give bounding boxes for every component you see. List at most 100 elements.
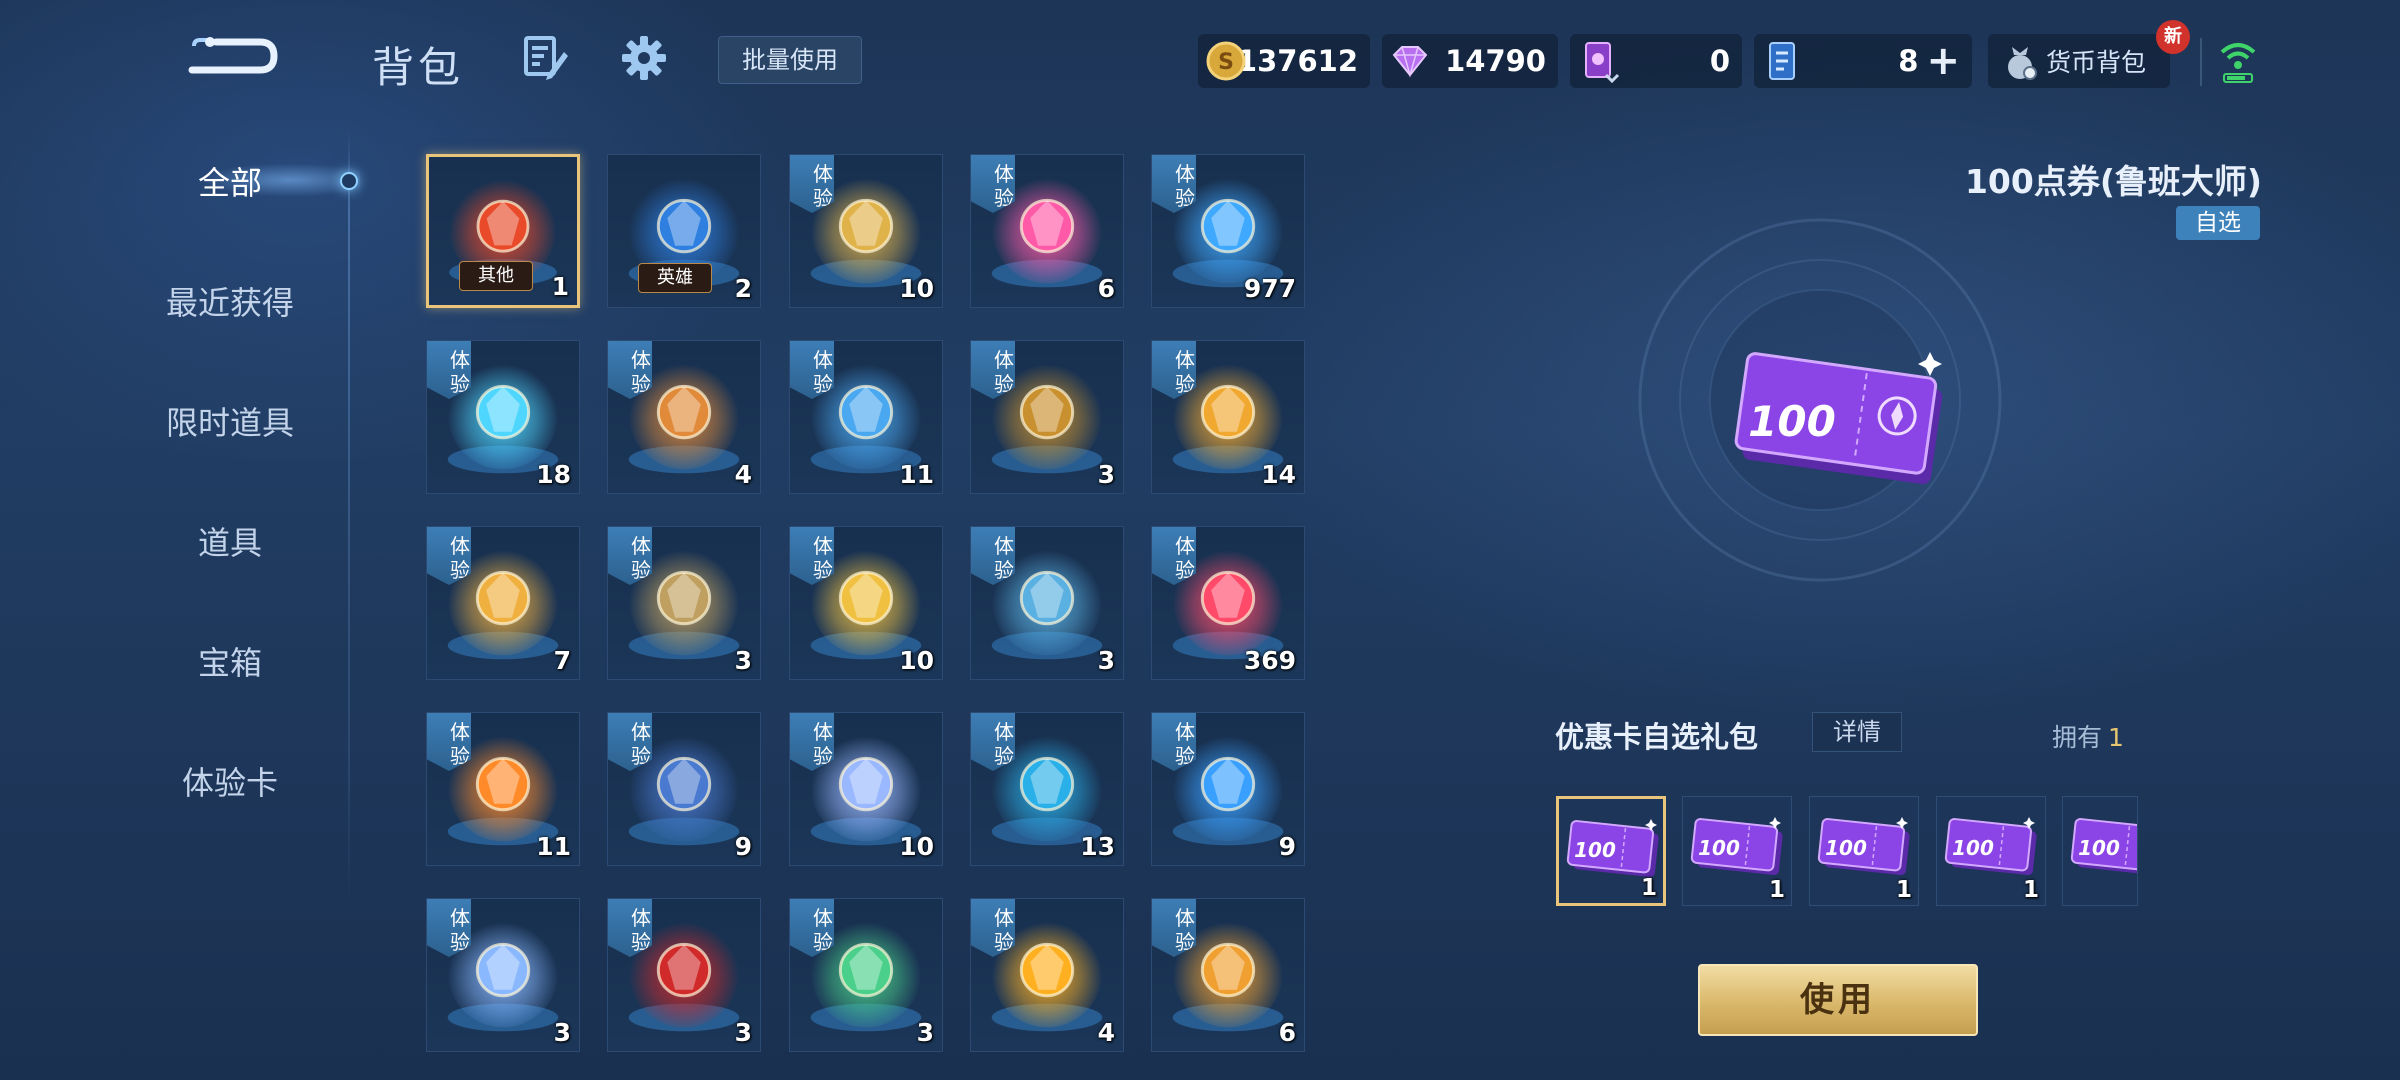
trial-tag: 体验 [971,899,1015,957]
trial-tag-label: 体验 [1175,906,1195,954]
inventory-item[interactable]: 体验 10 [789,526,943,680]
money-bag-icon [2008,47,2037,80]
coupon-currency[interactable]: 8 + [1754,34,1972,88]
trial-tag: 体验 [971,341,1015,399]
pack-option[interactable]: 100 [2062,796,2138,906]
pack-title: 优惠卡自选礼包 [1555,720,1759,754]
inventory-item[interactable]: 其他 1 [426,154,580,308]
sidebar-item-trial-card[interactable]: 体验卡 [140,758,320,804]
item-count: 3 [553,1018,571,1047]
trial-tag-label: 体验 [450,720,470,768]
trial-tag-label: 体验 [994,162,1014,210]
mini-ticket-icon: 100 [1690,817,1783,875]
new-badge: 新 [2156,20,2190,54]
inventory-item[interactable]: 体验 13 [970,712,1124,866]
use-button[interactable]: 使用 [1698,964,1978,1036]
page-title: 背包 [372,43,465,92]
blue-coupon-icon [1769,42,1795,80]
coupon-ticket-icon: 100 [1734,352,1943,485]
edit-list-icon[interactable] [522,34,570,82]
inventory-item[interactable]: 体验 18 [426,340,580,494]
sidebar-item-props[interactable]: 道具 [140,518,320,564]
card-amount: 0 [1709,44,1730,78]
card-currency[interactable]: 0 [1570,34,1742,88]
batch-use-button[interactable]: 批量使用 [718,36,862,84]
inventory-item[interactable]: 体验 3 [607,898,761,1052]
inventory-item[interactable]: 体验 3 [426,898,580,1052]
active-indicator-dot [340,172,358,190]
inventory-item[interactable]: 体验 10 [789,154,943,308]
own-count: 拥有 1 [2052,718,2124,754]
inventory-item[interactable]: 体验 11 [789,340,943,494]
sidebar-divider [348,130,350,910]
trial-tag-label: 体验 [631,906,651,954]
sidebar-item-chest[interactable]: 宝箱 [140,638,320,684]
trial-tag-label: 体验 [994,348,1014,396]
trial-tag-label: 体验 [994,720,1014,768]
settings-gear-icon[interactable] [620,34,668,82]
inventory-item[interactable]: 体验 9 [1151,712,1305,866]
trial-tag: 体验 [790,899,834,957]
trial-tag-label: 体验 [994,534,1014,582]
coupon-amount: 8 [1898,44,1919,78]
trial-tag: 体验 [971,713,1015,771]
currency-bag-label: 货币背包 [2046,48,2147,77]
inventory-item[interactable]: 体验 3 [607,526,761,680]
item-count: 3 [1097,460,1115,489]
svg-text:100: 100 [1698,836,1740,860]
sidebar-item-all[interactable]: 全部 [140,158,320,204]
mini-ticket-icon: 100 [2070,818,2137,875]
sidebar-item-recent[interactable]: 最近获得 [140,278,320,324]
currency-bag-button[interactable]: 货币背包 [1988,34,2170,88]
item-count: 3 [1097,646,1115,675]
pack-option[interactable]: 100 1 [1809,796,1919,906]
diamond-amount: 14790 [1445,44,1546,78]
inventory-item[interactable]: 体验 11 [426,712,580,866]
trial-tag-label: 体验 [813,720,833,768]
gold-amount: 137612 [1236,44,1358,78]
item-label: 其他 [459,261,533,291]
trial-tag-label: 体验 [631,348,651,396]
trial-tag: 体验 [427,713,471,771]
item-count: 11 [536,832,571,861]
trial-tag-label: 体验 [631,534,651,582]
details-button[interactable]: 详情 [1812,712,1902,752]
pack-option[interactable]: 100 1 [1682,796,1792,906]
inventory-item[interactable]: 体验 9 [607,712,761,866]
inventory-item[interactable]: 体验 4 [607,340,761,494]
inventory-item[interactable]: 体验 977 [1151,154,1305,308]
item-count: 10 [899,646,934,675]
diamond-icon [1392,46,1428,78]
sidebar-item-limited[interactable]: 限时道具 [140,398,320,444]
item-count: 10 [899,274,934,303]
option-count: 1 [1895,877,1912,903]
inventory-item[interactable]: 体验 7 [426,526,580,680]
inventory-item[interactable]: 体验 6 [970,154,1124,308]
diamond-currency: 14790 [1382,34,1558,88]
trial-tag-label: 体验 [1175,348,1195,396]
inventory-item[interactable]: 体验 3 [970,526,1124,680]
item-count: 14 [1261,460,1296,489]
item-count: 3 [734,1018,752,1047]
back-arrow-icon[interactable] [180,30,280,80]
inventory-item[interactable]: 体验 10 [789,712,943,866]
inventory-item[interactable]: 体验 4 [970,898,1124,1052]
item-count: 9 [1278,832,1296,861]
inventory-item[interactable]: 体验 369 [1151,526,1305,680]
trial-tag-label: 体验 [813,534,833,582]
inventory-item[interactable]: 体验 6 [1151,898,1305,1052]
inventory-item[interactable]: 体验 3 [789,898,943,1052]
option-count: 1 [1768,877,1785,903]
ticket-value: 100 [1748,397,1836,446]
gold-coin-icon: S [1206,41,1246,81]
inventory-item[interactable]: 英雄 2 [607,154,761,308]
purple-card-icon [1585,42,1620,83]
pack-option[interactable]: 100 1 [1556,796,1666,906]
inventory-item[interactable]: 体验 14 [1151,340,1305,494]
trial-tag: 体验 [1152,155,1196,213]
pack-option[interactable]: 100 1 [1936,796,2046,906]
inventory-item[interactable]: 体验 3 [970,340,1124,494]
mini-ticket-icon: 100 [1566,819,1659,877]
svg-text:100: 100 [1574,838,1616,862]
add-plus-icon[interactable]: + [1926,41,1960,81]
